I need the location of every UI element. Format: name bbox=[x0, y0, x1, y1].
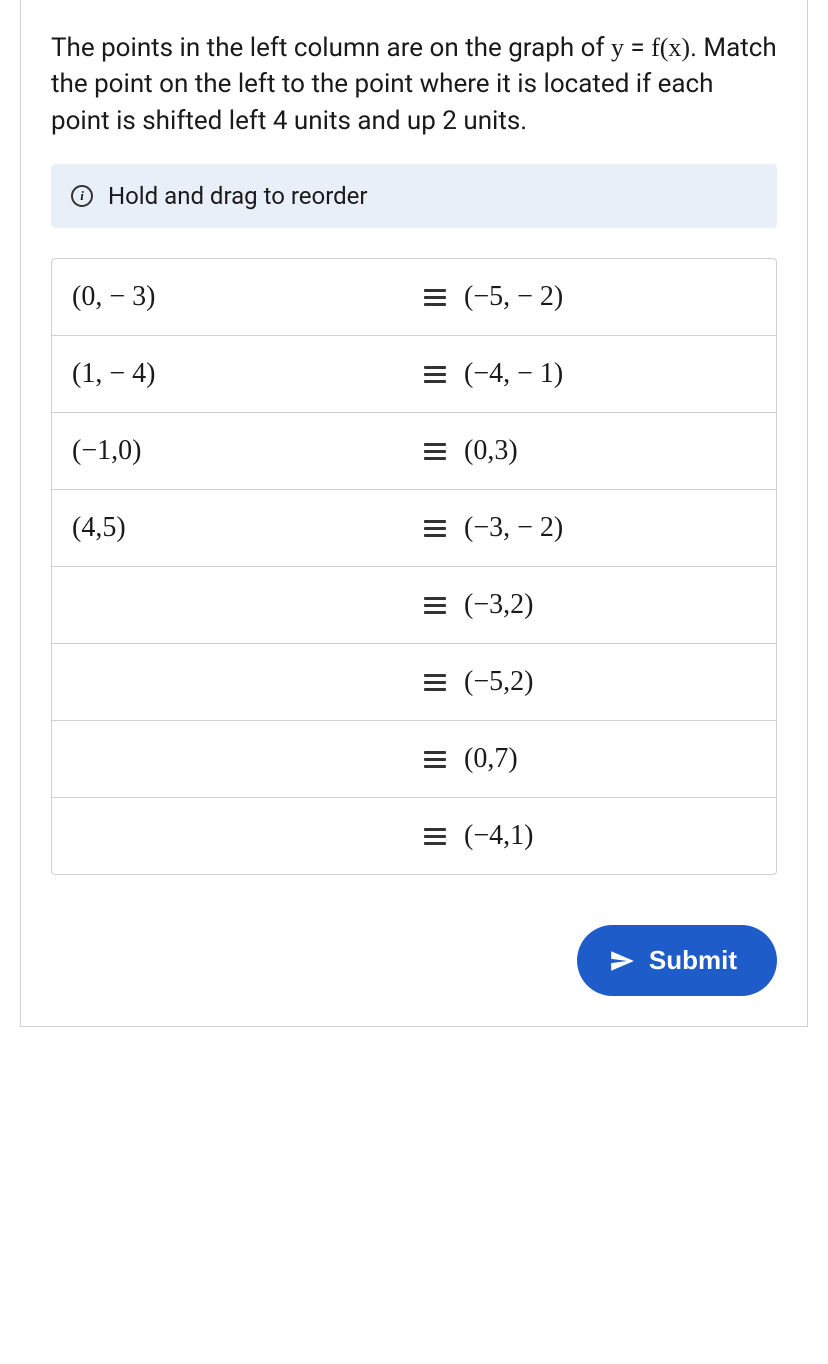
right-point-label: (−4, − 1) bbox=[464, 358, 563, 390]
left-point: (0, − 3) bbox=[52, 259, 414, 335]
drag-handle-icon[interactable] bbox=[424, 826, 446, 847]
right-option[interactable]: (−4, − 1) bbox=[414, 336, 776, 412]
right-point-label: (−5, − 2) bbox=[464, 281, 563, 313]
drag-handle-icon[interactable] bbox=[424, 672, 446, 693]
drag-handle-icon[interactable] bbox=[424, 287, 446, 308]
right-point-label: (−4,1) bbox=[464, 820, 533, 852]
right-point-label: (−3, − 2) bbox=[464, 512, 563, 544]
question-part1: The points in the left column are on the… bbox=[51, 33, 611, 63]
right-point-label: (0,7) bbox=[464, 743, 518, 775]
right-option[interactable]: (−3, − 2) bbox=[414, 490, 776, 566]
math-eq: = bbox=[624, 33, 651, 63]
info-bar: i Hold and drag to reorder bbox=[51, 164, 777, 228]
right-option[interactable]: (−5, − 2) bbox=[414, 259, 776, 335]
right-option[interactable]: (−5,2) bbox=[414, 644, 776, 720]
drag-handle-icon[interactable] bbox=[424, 595, 446, 616]
math-y: y bbox=[611, 33, 624, 62]
right-option[interactable]: (0,7) bbox=[414, 721, 776, 797]
submit-button[interactable]: Submit bbox=[577, 925, 777, 996]
question-container: The points in the left column are on the… bbox=[20, 0, 808, 1027]
right-option[interactable]: (0,3) bbox=[414, 413, 776, 489]
right-point-label: (0,3) bbox=[464, 435, 518, 467]
table-row: (4,5) (−3, − 2) bbox=[52, 490, 776, 567]
left-point: (−1,0) bbox=[52, 413, 414, 489]
left-point bbox=[52, 567, 414, 643]
submit-label: Submit bbox=[649, 945, 737, 976]
drag-handle-icon[interactable] bbox=[424, 518, 446, 539]
drag-handle-icon[interactable] bbox=[424, 749, 446, 770]
submit-wrap: Submit bbox=[51, 925, 777, 996]
table-row: (−3,2) bbox=[52, 567, 776, 644]
right-option[interactable]: (−3,2) bbox=[414, 567, 776, 643]
left-point bbox=[52, 721, 414, 797]
left-point: (4,5) bbox=[52, 490, 414, 566]
table-row: (−4,1) bbox=[52, 798, 776, 874]
table-row: (0,7) bbox=[52, 721, 776, 798]
math-fx: f(x) bbox=[651, 33, 690, 62]
table-row: (0, − 3) (−5, − 2) bbox=[52, 259, 776, 336]
info-text: Hold and drag to reorder bbox=[108, 182, 368, 210]
question-text: The points in the left column are on the… bbox=[51, 30, 777, 139]
match-table: (0, − 3) (−5, − 2) (1, − 4) (−4, − 1) (−… bbox=[51, 258, 777, 875]
info-icon: i bbox=[71, 185, 93, 207]
left-point: (1, − 4) bbox=[52, 336, 414, 412]
right-option[interactable]: (−4,1) bbox=[414, 798, 776, 874]
table-row: (1, − 4) (−4, − 1) bbox=[52, 336, 776, 413]
right-point-label: (−3,2) bbox=[464, 589, 533, 621]
drag-handle-icon[interactable] bbox=[424, 364, 446, 385]
table-row: (−1,0) (0,3) bbox=[52, 413, 776, 490]
right-point-label: (−5,2) bbox=[464, 666, 533, 698]
paper-plane-icon bbox=[609, 948, 635, 974]
left-point bbox=[52, 644, 414, 720]
table-row: (−5,2) bbox=[52, 644, 776, 721]
left-point bbox=[52, 798, 414, 874]
drag-handle-icon[interactable] bbox=[424, 441, 446, 462]
